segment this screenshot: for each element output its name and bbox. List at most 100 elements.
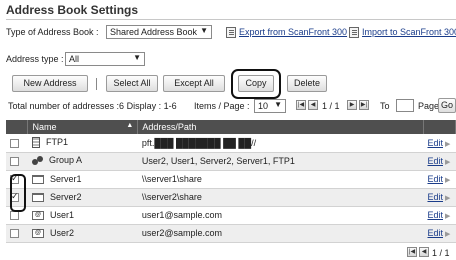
row-name-cell: FTP1 <box>27 134 138 153</box>
row-edit-cell: Edit ▶ <box>423 188 456 207</box>
edit-link[interactable]: Edit <box>427 192 443 202</box>
address-book-type-value: Shared Address Book <box>110 27 198 37</box>
except-all-button[interactable]: Except All <box>163 75 225 92</box>
address-type-select[interactable]: All ▼ <box>65 52 145 66</box>
row-select-cell <box>6 224 28 243</box>
sort-indicator-icon: ▲ <box>126 122 134 129</box>
checked-rows-highlight <box>10 174 26 212</box>
row-select-cell <box>6 134 28 153</box>
new-address-button[interactable]: New Address <box>12 75 88 92</box>
export-link[interactable]: Export from ScanFront 300 <box>239 27 347 37</box>
footer-page-indicator: 1 / 1 <box>432 248 450 258</box>
import-icon <box>349 27 359 38</box>
select-column-header <box>6 120 29 134</box>
page-title: Address Book Settings <box>6 3 139 17</box>
edit-link[interactable]: Edit <box>427 228 443 238</box>
chevron-down-icon: ▼ <box>274 100 282 109</box>
row-address-cell: pft.███ ███████ ██ ██// <box>137 134 424 153</box>
row-name: User2 <box>49 227 74 238</box>
row-address-cell: User2, User1, Server2, Server1, FTP1 <box>137 152 424 171</box>
address-table: Name ▲ Address/Path FTP1 pft.███ ███████ … <box>6 120 456 243</box>
row-name: FTP1 <box>45 137 68 148</box>
chevron-right-icon: ▶ <box>445 231 451 238</box>
row-edit-cell: Edit ▶ <box>423 134 456 153</box>
row-name-cell: @ User2 <box>27 224 138 243</box>
address-book-type-select[interactable]: Shared Address Book ▼ <box>106 25 212 39</box>
address-column-header: Address/Path <box>137 120 424 134</box>
row-name-cell: @ User1 <box>27 206 138 225</box>
toolbar-separator <box>96 78 97 90</box>
row-address-cell: \\server2\share <box>137 188 424 207</box>
chevron-right-icon: ▶ <box>445 159 451 166</box>
select-all-button[interactable]: Select All <box>106 75 158 92</box>
row-address-cell: \\server1\share <box>137 170 424 189</box>
ftp-icon <box>31 137 40 149</box>
row-checkbox[interactable] <box>10 157 19 167</box>
folder-icon <box>31 175 44 185</box>
first-page-icon[interactable]: |◀ <box>296 100 306 110</box>
table-row: FTP1 pft.███ ███████ ██ ██//Edit ▶ <box>6 134 456 153</box>
prev-page-icon[interactable]: ◀ <box>308 100 318 110</box>
row-name: User1 <box>49 209 74 220</box>
table-row: Server1 \\server1\shareEdit▶ <box>6 170 456 189</box>
row-checkbox[interactable] <box>10 211 19 221</box>
page-number-input[interactable] <box>396 99 414 112</box>
edit-column-header <box>423 120 456 134</box>
row-edit-cell: Edit ▶ <box>423 206 456 225</box>
edit-link[interactable]: Edit <box>427 156 443 166</box>
row-edit-cell: Edit ▶ <box>423 224 456 243</box>
to-label: To <box>380 101 390 111</box>
table-row: @ User1 user1@sample.com Edit ▶ <box>6 206 456 225</box>
table-row: @ User2 user2@sample.com Edit ▶ <box>6 224 456 243</box>
first-page-icon[interactable]: |◀ <box>407 247 417 257</box>
folder-icon <box>31 193 44 203</box>
items-per-page-label: Items / Page : <box>194 101 250 111</box>
chevron-right-icon: ▶ <box>445 177 451 184</box>
address-book-type-row: Type of Address Book : Shared Address Bo… <box>6 25 456 41</box>
row-edit-cell: Edit ▶ <box>423 152 456 171</box>
edit-link[interactable]: Edit <box>427 138 443 148</box>
go-button[interactable]: Go <box>438 98 456 113</box>
next-page-icon[interactable]: ▶ <box>347 100 357 110</box>
address-book-type-label: Type of Address Book : <box>6 27 99 37</box>
name-column-header[interactable]: Name ▲ <box>27 120 139 134</box>
page-indicator: 1 / 1 <box>322 101 340 111</box>
table-row: Group A User2, User1, Server2, Server1, F… <box>6 152 456 171</box>
row-name: Server2 <box>49 191 82 202</box>
delete-button[interactable]: Delete <box>287 75 327 92</box>
copy-button[interactable]: Copy <box>238 75 274 92</box>
chevron-right-icon: ▶ <box>445 195 451 202</box>
row-edit-cell: Edit ▶ <box>423 170 456 189</box>
row-name-cell: Server2 <box>27 188 138 207</box>
edit-link[interactable]: Edit <box>427 210 443 220</box>
row-name-cell: Group A <box>27 152 138 171</box>
row-name: Group A <box>48 155 83 166</box>
address-type-value: All <box>69 54 80 64</box>
row-name: Server1 <box>49 173 82 184</box>
row-checkbox[interactable] <box>10 138 19 148</box>
table-row: Server2 \\server2\shareEdit▶ <box>6 188 456 207</box>
import-link[interactable]: Import to ScanFront 300 <box>362 27 456 37</box>
edit-link[interactable]: Edit <box>427 174 443 184</box>
chevron-down-icon: ▼ <box>200 26 208 35</box>
prev-page-icon[interactable]: ◀ <box>419 247 429 257</box>
items-per-page-select[interactable]: 10 ▼ <box>254 99 286 113</box>
last-page-icon[interactable]: ▶| <box>359 100 369 110</box>
chevron-down-icon: ▼ <box>133 53 141 62</box>
chevron-right-icon: ▶ <box>445 213 451 220</box>
group-icon <box>31 155 43 167</box>
mail-icon: @ <box>31 229 44 239</box>
title-divider <box>6 19 456 20</box>
export-icon <box>226 27 236 38</box>
row-name-cell: Server1 <box>27 170 138 189</box>
row-address-cell: user1@sample.com <box>137 206 424 225</box>
row-checkbox[interactable] <box>10 229 19 239</box>
items-per-page-value: 10 <box>258 101 269 111</box>
page-label: Page <box>418 101 440 111</box>
row-address-cell: user2@sample.com <box>137 224 424 243</box>
name-column-label: Name <box>32 122 57 132</box>
address-type-label: Address type : <box>6 54 64 64</box>
mail-icon: @ <box>31 211 44 221</box>
row-select-cell <box>6 152 28 171</box>
chevron-right-icon: ▶ <box>445 140 451 148</box>
